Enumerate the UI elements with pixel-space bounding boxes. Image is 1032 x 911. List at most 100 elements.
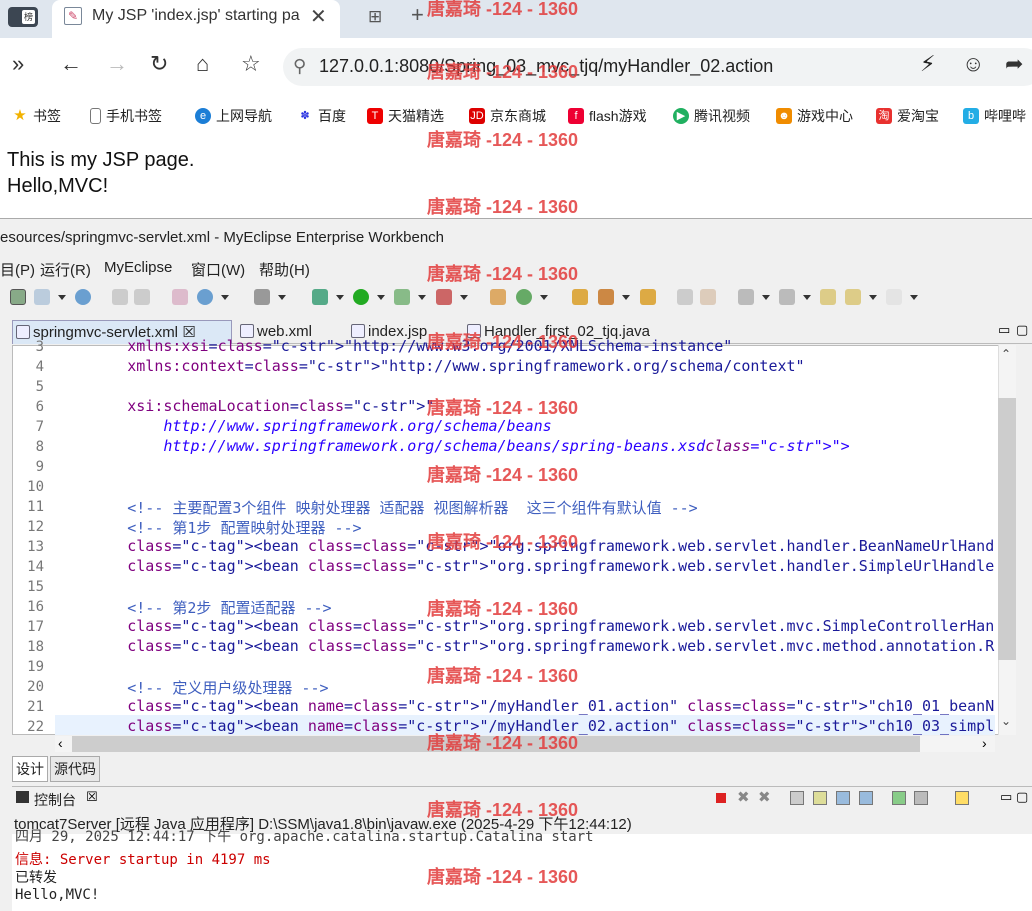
toolbar-icon[interactable] xyxy=(700,289,716,305)
code-line: xmlns:context=class="c-str">"http://www.… xyxy=(127,357,805,375)
terminate-icon[interactable] xyxy=(716,793,726,803)
dropdown-icon[interactable] xyxy=(58,295,66,300)
globe-icon[interactable] xyxy=(197,289,213,305)
remove-all-icon[interactable]: ✖ xyxy=(758,788,771,806)
dropdown-icon[interactable] xyxy=(336,295,344,300)
toolbar-icon[interactable] xyxy=(254,289,270,305)
server-icon[interactable] xyxy=(436,289,452,305)
scroll-up-icon[interactable]: ⌃ xyxy=(1001,347,1011,361)
bookmark-item[interactable]: ▶ 腾讯视频 xyxy=(673,106,750,126)
dropdown-icon[interactable] xyxy=(803,295,811,300)
console-tab-title[interactable]: 控制台 xyxy=(34,790,76,810)
new-tab-button[interactable]: + xyxy=(411,2,424,28)
clear-console-icon[interactable] xyxy=(790,791,804,805)
toolbar-icon[interactable] xyxy=(134,289,150,305)
bookmark-item[interactable]: JD 京东商城 xyxy=(469,106,546,126)
toolbar-icon[interactable] xyxy=(640,289,656,305)
toolbar-icon[interactable] xyxy=(10,289,26,305)
expand-sidebar-icon[interactable]: » xyxy=(12,51,24,77)
last-edit-icon[interactable] xyxy=(820,289,836,305)
bookmark-item[interactable]: b 哔哩哔 xyxy=(963,106,1026,126)
open-console-icon[interactable] xyxy=(955,791,969,805)
run-icon[interactable] xyxy=(353,289,369,305)
scroll-lock-icon[interactable] xyxy=(813,791,827,805)
console-close-icon[interactable]: ☒ xyxy=(86,789,98,805)
back-nav-icon[interactable] xyxy=(845,289,861,305)
toolbar-icon[interactable] xyxy=(598,289,614,305)
dropdown-icon[interactable] xyxy=(278,295,286,300)
maximize-icon[interactable]: ▢ xyxy=(1016,322,1028,338)
browser-tab-active[interactable]: ✎ My JSP 'index.jsp' starting pa ✕ xyxy=(52,0,340,38)
menu-item[interactable]: MyEclipse xyxy=(104,259,172,276)
dropdown-icon[interactable] xyxy=(622,295,630,300)
bookmark-item[interactable]: 手机书签 xyxy=(90,106,162,126)
menu-item[interactable]: 帮助(H) xyxy=(259,259,310,280)
bookmark-item[interactable]: ✽ 百度 xyxy=(297,106,346,126)
remove-launch-icon[interactable]: ✖ xyxy=(737,788,750,806)
scroll-right-icon[interactable]: › xyxy=(982,735,987,751)
bookmark-star-icon[interactable]: ☆ xyxy=(241,51,261,77)
watermark-text: 唐嘉琦 -124 - 1360 xyxy=(427,197,579,217)
minimize-icon[interactable]: ▭ xyxy=(1000,789,1012,805)
folder-icon[interactable] xyxy=(572,289,588,305)
dropdown-icon[interactable] xyxy=(460,295,468,300)
maximize-icon[interactable]: ▢ xyxy=(1016,789,1028,805)
bookmark-item[interactable]: ★ 书签 xyxy=(12,106,61,126)
home-button[interactable]: ⌂ xyxy=(196,51,209,77)
minimize-icon[interactable]: ▭ xyxy=(998,322,1010,338)
toolbar-icon[interactable] xyxy=(34,289,50,305)
tab-close-icon[interactable]: ✕ xyxy=(310,4,327,29)
dropdown-icon[interactable] xyxy=(762,295,770,300)
scroll-down-icon[interactable]: ⌄ xyxy=(1001,714,1011,728)
game-icon: ☻ xyxy=(776,108,792,124)
toolbar-icon[interactable] xyxy=(516,289,532,305)
watermark-text: 唐嘉琦 -124 - 1360 xyxy=(427,599,579,619)
debug-icon[interactable] xyxy=(312,289,328,305)
show-stderr-icon[interactable] xyxy=(859,791,873,805)
video-icon: ▶ xyxy=(673,108,689,124)
toolbar-icon[interactable] xyxy=(490,289,506,305)
dropdown-icon[interactable] xyxy=(869,295,877,300)
tab-group-icon[interactable]: ⊞ xyxy=(368,7,382,27)
reload-button[interactable]: ↻ xyxy=(150,51,168,77)
bookmark-item[interactable]: T 天猫精选 xyxy=(367,106,444,126)
line-number: 15 xyxy=(27,579,44,595)
forward-button[interactable]: → xyxy=(106,51,128,77)
dropdown-icon[interactable] xyxy=(221,295,229,300)
taobao-icon: 淘 xyxy=(876,108,892,124)
toolbar-icon[interactable] xyxy=(394,289,410,305)
bookmark-item[interactable]: ☻ 游戏中心 xyxy=(776,106,853,126)
menu-item[interactable]: 窗口(W) xyxy=(191,259,245,280)
dropdown-icon[interactable] xyxy=(910,295,918,300)
globe-icon[interactable] xyxy=(75,289,91,305)
design-tab[interactable]: 设计 xyxy=(12,756,48,782)
scroll-left-icon[interactable]: ‹ xyxy=(58,735,63,751)
dropdown-icon[interactable] xyxy=(377,295,385,300)
bookmark-item[interactable]: f flash游戏 xyxy=(568,106,647,126)
toolbar-icon[interactable] xyxy=(112,289,128,305)
dropdown-icon[interactable] xyxy=(418,295,426,300)
source-tab[interactable]: 源代码 xyxy=(50,756,100,782)
window-menu-icon[interactable]: 榜 xyxy=(8,7,38,27)
bookmark-item[interactable]: 淘爱淘宝 xyxy=(876,106,939,126)
lightning-icon[interactable]: ⚡ xyxy=(920,51,935,77)
extension-icon[interactable]: ☺ xyxy=(962,51,984,77)
menu-item[interactable]: 目(P) xyxy=(0,259,35,280)
bookmark-item[interactable]: e 上网导航 xyxy=(195,106,272,126)
toolbar-icon[interactable] xyxy=(677,289,693,305)
next-annotation-icon[interactable] xyxy=(738,289,754,305)
show-stdout-icon[interactable] xyxy=(836,791,850,805)
line-number: 21 xyxy=(27,699,44,715)
toolbar-icon[interactable] xyxy=(172,289,188,305)
prev-annotation-icon[interactable] xyxy=(779,289,795,305)
share-icon[interactable]: ➦ xyxy=(1005,51,1023,77)
back-button[interactable]: ← xyxy=(60,51,82,77)
pin-console-icon[interactable] xyxy=(892,791,906,805)
bilibili-icon: b xyxy=(963,108,979,124)
line-number: 14 xyxy=(27,559,44,575)
vertical-scroll-thumb[interactable] xyxy=(998,398,1016,660)
forward-nav-icon[interactable] xyxy=(886,289,902,305)
display-console-icon[interactable] xyxy=(914,791,928,805)
dropdown-icon[interactable] xyxy=(540,295,548,300)
menu-item[interactable]: 运行(R) xyxy=(40,259,91,280)
